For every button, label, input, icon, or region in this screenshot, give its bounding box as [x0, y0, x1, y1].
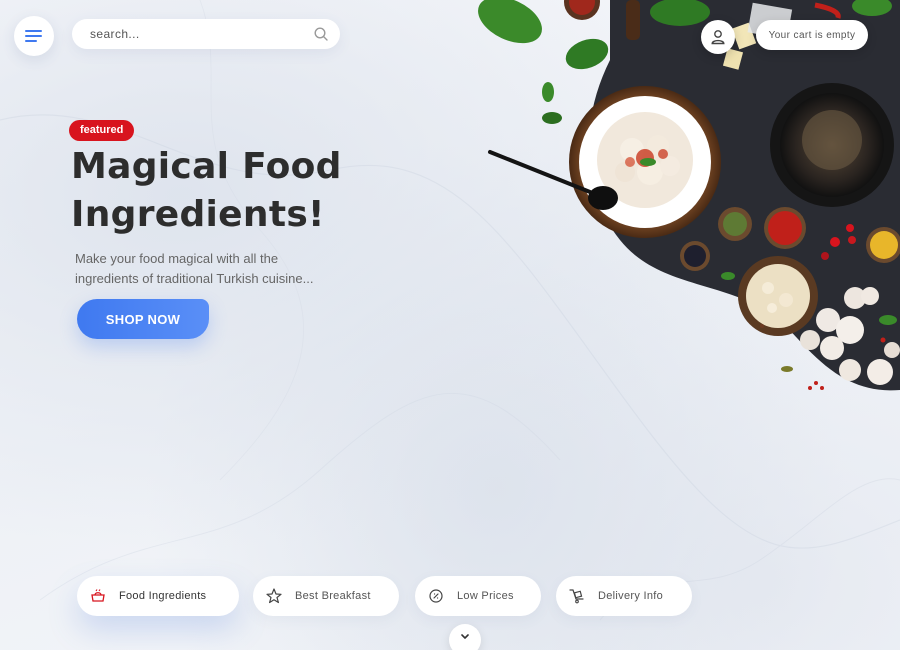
- tab-food-ingredients[interactable]: Food Ingredients: [77, 576, 239, 616]
- shop-now-button[interactable]: SHOP NOW: [77, 299, 209, 339]
- tab-label: Food Ingredients: [119, 590, 207, 602]
- tab-delivery-info[interactable]: Delivery Info: [556, 576, 692, 616]
- hero-description: Make your food magical with all the ingr…: [75, 251, 314, 286]
- cart-button[interactable]: Your cart is empty: [756, 20, 868, 50]
- hero-title: Magical Food Ingredients!: [71, 143, 401, 239]
- tab-label: Low Prices: [457, 590, 514, 602]
- search-icon[interactable]: [314, 27, 328, 41]
- tab-label: Best Breakfast: [295, 590, 371, 602]
- tab-best-breakfast[interactable]: Best Breakfast: [253, 576, 399, 616]
- search-input[interactable]: [90, 27, 314, 41]
- menu-button[interactable]: [14, 16, 54, 56]
- tab-label: Delivery Info: [598, 590, 664, 602]
- user-account-button[interactable]: [701, 20, 735, 54]
- hamburger-icon: [25, 30, 42, 42]
- tab-low-prices[interactable]: Low Prices: [415, 576, 541, 616]
- star-icon: [265, 587, 283, 605]
- user-icon: [711, 30, 725, 45]
- food-ingredients-illustration: [478, 0, 900, 391]
- scroll-down-button[interactable]: [449, 624, 481, 650]
- delivery-icon: [568, 587, 586, 605]
- hero-title-line-1: Magical Food: [71, 146, 342, 187]
- featured-badge: featured: [69, 120, 135, 141]
- chevron-down-icon: [461, 634, 469, 639]
- hero-title-line-2: Ingredients!: [71, 194, 325, 235]
- coin-icon: [427, 587, 445, 605]
- pot-icon: [89, 587, 107, 605]
- search-bar: [72, 19, 340, 49]
